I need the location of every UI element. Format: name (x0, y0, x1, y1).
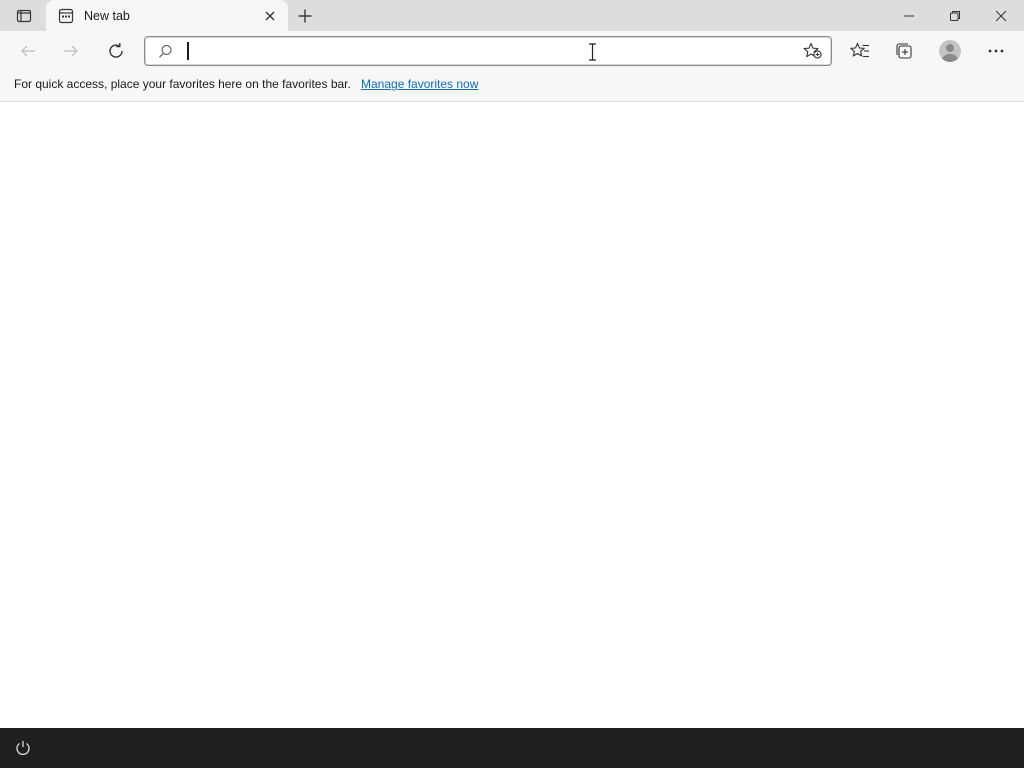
profile-button[interactable] (934, 35, 966, 67)
title-bar: New tab (0, 0, 1024, 31)
back-button[interactable] (12, 35, 44, 67)
arrow-left-icon (19, 42, 37, 60)
close-icon (264, 10, 276, 22)
new-tab-button[interactable] (290, 3, 320, 29)
manage-favorites-link[interactable]: Manage favorites now (361, 77, 478, 91)
add-favorite-button[interactable] (801, 40, 825, 62)
new-tab-page-icon (58, 8, 74, 24)
tab-new-tab[interactable]: New tab (46, 0, 288, 31)
star-add-icon (803, 42, 823, 60)
refresh-icon (107, 42, 125, 60)
collections-button[interactable] (888, 35, 920, 67)
favorites-bar: For quick access, place your favorites h… (0, 71, 1024, 102)
favorites-icon (850, 42, 870, 60)
tab-actions-button[interactable] (8, 4, 40, 28)
address-input[interactable] (185, 40, 785, 62)
address-bar[interactable] (144, 36, 832, 66)
navigation-toolbar (0, 31, 1024, 71)
power-icon[interactable] (12, 737, 34, 759)
profile-icon (939, 40, 961, 62)
browser-window: New tab For quick access, place your fav… (0, 0, 1024, 768)
minimize-icon (903, 10, 915, 22)
forward-button[interactable] (55, 35, 87, 67)
tab-actions-icon (16, 8, 32, 24)
restore-icon (949, 10, 961, 22)
search-icon (157, 43, 173, 59)
bottom-bar (0, 728, 1024, 768)
refresh-button[interactable] (100, 35, 132, 67)
arrow-right-icon (62, 42, 80, 60)
favorites-bar-message: For quick access, place your favorites h… (14, 77, 351, 91)
close-icon (995, 10, 1007, 22)
more-options-button[interactable] (980, 35, 1012, 67)
more-icon (988, 49, 1004, 53)
minimize-button[interactable] (886, 0, 932, 31)
tab-close-button[interactable] (260, 6, 280, 26)
ibeam-cursor-icon (588, 43, 597, 61)
tab-title: New tab (84, 9, 130, 23)
favorites-button[interactable] (844, 35, 876, 67)
plus-icon (297, 8, 313, 24)
page-content (0, 102, 1024, 728)
window-close-button[interactable] (978, 0, 1024, 31)
restore-button[interactable] (932, 0, 978, 31)
text-caret (187, 42, 189, 60)
collections-icon (894, 42, 914, 60)
